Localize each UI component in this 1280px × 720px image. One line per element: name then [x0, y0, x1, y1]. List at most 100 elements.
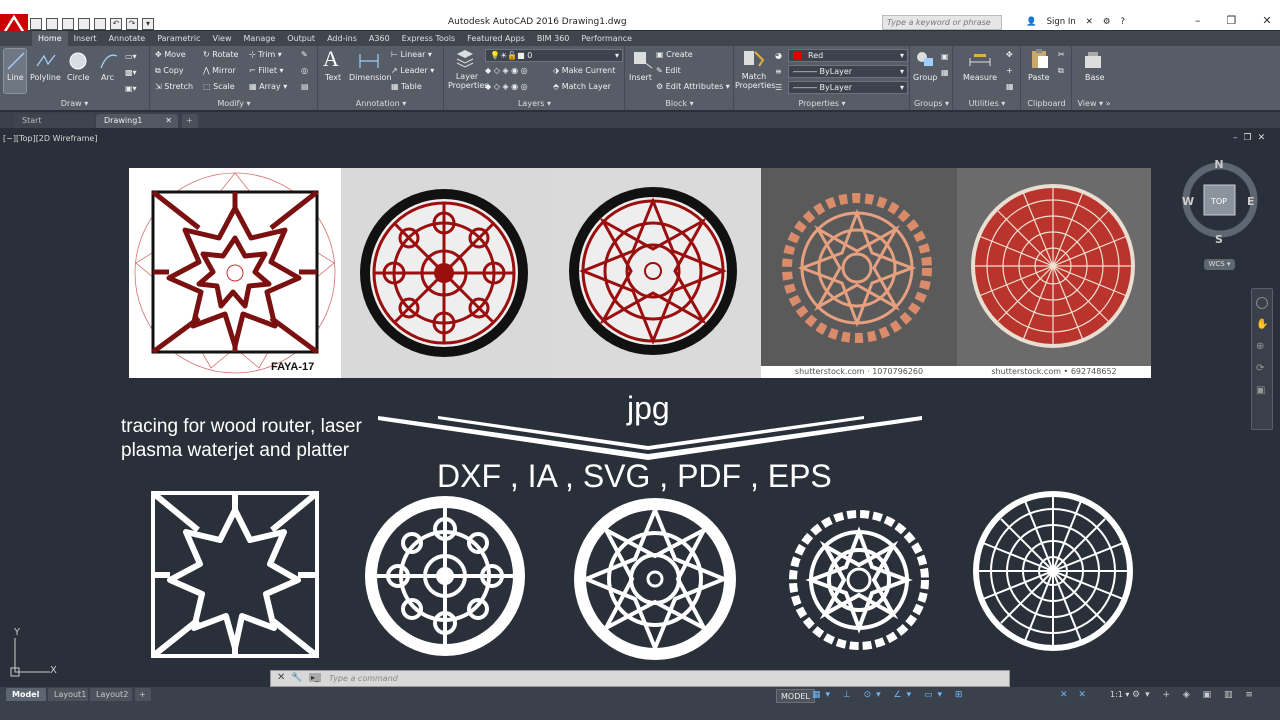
layer-tools-icons[interactable]: ◆ ◇ ◈ ◉ ◎: [485, 66, 528, 75]
color-dropdown[interactable]: Red ▾: [788, 49, 908, 62]
command-close-icon[interactable]: ✕: [277, 672, 285, 683]
edit-attributes-button[interactable]: ⚙ Edit Attributes ▾: [656, 82, 730, 91]
close-tab-icon[interactable]: ✕: [165, 114, 172, 128]
circle-icon[interactable]: [66, 50, 90, 72]
viewcube[interactable]: TOP N S W E: [1180, 158, 1260, 248]
arc-icon[interactable]: [97, 50, 121, 72]
copy-clip-icon[interactable]: ⧉: [1058, 66, 1064, 76]
scale-button[interactable]: ⬚ Scale: [203, 82, 235, 91]
steering-wheel-icon[interactable]: [1256, 297, 1268, 309]
layer-properties-button[interactable]: Layer Properties: [448, 72, 488, 90]
hatch-icon[interactable]: ▩▾: [125, 68, 137, 77]
tab-performance[interactable]: Performance: [575, 31, 638, 46]
user-icon[interactable]: 👤: [1026, 17, 1037, 27]
tab-insert[interactable]: Insert: [68, 31, 103, 46]
trim-button[interactable]: ⊹ Trim ▾: [249, 50, 282, 59]
match-properties-icon[interactable]: [741, 48, 765, 70]
base-view-icon[interactable]: [1082, 50, 1106, 72]
reference-image-3[interactable]: [551, 168, 761, 378]
viewcube-top-face[interactable]: TOP: [1210, 197, 1227, 206]
status-tray-icons[interactable]: ⚙▾ + ◈ ▣ ▥ ≡: [1132, 690, 1258, 700]
tab-bim360[interactable]: BIM 360: [531, 31, 576, 46]
table-button[interactable]: ▦ Table: [391, 82, 422, 91]
polyline-icon[interactable]: [34, 50, 58, 72]
add-layout-button[interactable]: +: [135, 688, 151, 701]
measure-button[interactable]: Measure: [963, 73, 997, 82]
tab-add-ins[interactable]: Add-ins: [321, 31, 363, 46]
cut-icon[interactable]: ✂: [1058, 50, 1065, 59]
text-icon[interactable]: A: [323, 48, 347, 70]
help-icon[interactable]: ?: [1120, 17, 1125, 27]
layer-tools-icons-2[interactable]: ◆ ◇ ◈ ◉ ◎: [485, 82, 528, 91]
dimension-icon[interactable]: [357, 50, 381, 72]
plot-icon[interactable]: [94, 18, 106, 30]
tab-express-tools[interactable]: Express Tools: [396, 31, 462, 46]
tab-annotate[interactable]: Annotate: [103, 31, 152, 46]
command-customize-icon[interactable]: 🔧: [291, 673, 302, 683]
layout1-tab[interactable]: Layout1: [48, 688, 88, 701]
annotation-panel-title[interactable]: Annotation ▾: [319, 99, 443, 108]
insert-icon[interactable]: [630, 48, 654, 70]
start-tab[interactable]: Start: [14, 114, 94, 128]
group-icon[interactable]: [913, 48, 937, 70]
calculator-icon[interactable]: ▦: [1006, 82, 1014, 91]
layer-properties-icon[interactable]: [453, 48, 477, 70]
move-button[interactable]: ✥ Move: [155, 50, 186, 59]
reference-image-2[interactable]: [341, 168, 551, 378]
viewport-minimize-icon[interactable]: –: [1233, 133, 1238, 143]
quick-calc-icon[interactable]: +: [1006, 66, 1013, 75]
layout2-tab[interactable]: Layout2: [90, 688, 132, 701]
copy-button[interactable]: ⧉ Copy: [155, 66, 184, 76]
qat-dropdown-icon[interactable]: ▾: [142, 18, 154, 30]
annotation-scale[interactable]: 1:1 ▾: [1110, 690, 1129, 699]
groups-panel-title[interactable]: Groups ▾: [911, 99, 952, 108]
undo-icon[interactable]: ↶: [110, 18, 122, 30]
polyline-button[interactable]: Polyline: [30, 73, 61, 82]
ungroup-icon[interactable]: ▣: [941, 52, 949, 61]
compass-east[interactable]: E: [1247, 195, 1255, 208]
circle-button[interactable]: Circle: [67, 73, 89, 82]
tab-view[interactable]: View: [207, 31, 238, 46]
command-input[interactable]: Type a command: [329, 674, 398, 683]
vector-geometric-rosette[interactable]: [572, 496, 738, 662]
redo-icon[interactable]: ↷: [126, 18, 138, 30]
mirror-button[interactable]: ⋀ Mirror: [203, 66, 236, 75]
lineweight-dropdown[interactable]: ――― ByLayer ▾: [788, 81, 908, 94]
close-icon[interactable]: ✕: [1262, 14, 1271, 27]
tab-manage[interactable]: Manage: [238, 31, 282, 46]
annotation-scale-icons[interactable]: ✕ ✕: [1060, 690, 1090, 700]
vector-floral-rosette[interactable]: [362, 493, 528, 659]
reference-image-4[interactable]: shutterstock.com · 1070796260: [761, 168, 957, 378]
group-edit-icon[interactable]: ▦: [941, 68, 949, 77]
match-properties-button[interactable]: Match Properties: [735, 72, 775, 90]
save-icon[interactable]: [62, 18, 74, 30]
make-current-button[interactable]: ⬗ Make Current: [553, 66, 615, 75]
id-point-icon[interactable]: ✥: [1006, 50, 1013, 59]
minimize-icon[interactable]: –: [1195, 14, 1201, 27]
tab-home[interactable]: Home: [32, 31, 68, 46]
compass-north[interactable]: N: [1214, 158, 1223, 171]
edit-block-button[interactable]: ✎ Edit: [656, 66, 681, 75]
arc-button[interactable]: Arc: [101, 73, 114, 82]
compass-west[interactable]: W: [1182, 195, 1194, 208]
compass-south[interactable]: S: [1215, 233, 1223, 246]
explode-icon[interactable]: ◎: [301, 66, 308, 75]
layer-dropdown[interactable]: 💡☀🔓■ 0 ▾: [485, 49, 623, 62]
open-file-icon[interactable]: [46, 18, 58, 30]
tab-featured-apps[interactable]: Featured Apps: [461, 31, 531, 46]
leader-button[interactable]: ↗ Leader ▾: [391, 66, 434, 75]
viewport-controls-label[interactable]: [−][Top][2D Wireframe]: [3, 134, 97, 143]
vector-square-pattern[interactable]: [150, 490, 320, 658]
base-button[interactable]: Base: [1085, 73, 1104, 82]
draw-panel-title[interactable]: Draw ▾: [0, 99, 149, 108]
modify-panel-title[interactable]: Modify ▾: [151, 99, 317, 108]
color-wheel-icon[interactable]: ◕: [775, 51, 782, 60]
rotate-button[interactable]: ↻ Rotate: [203, 50, 238, 59]
reference-image-5[interactable]: shutterstock.com • 692748652: [957, 168, 1151, 378]
drawing1-tab[interactable]: Drawing1 ✕: [96, 114, 178, 128]
orbit-icon[interactable]: ⟳: [1256, 363, 1264, 374]
line-button[interactable]: [3, 48, 27, 94]
new-file-icon[interactable]: [30, 18, 42, 30]
group-button[interactable]: Group: [913, 73, 937, 82]
tab-parametric[interactable]: Parametric: [151, 31, 206, 46]
